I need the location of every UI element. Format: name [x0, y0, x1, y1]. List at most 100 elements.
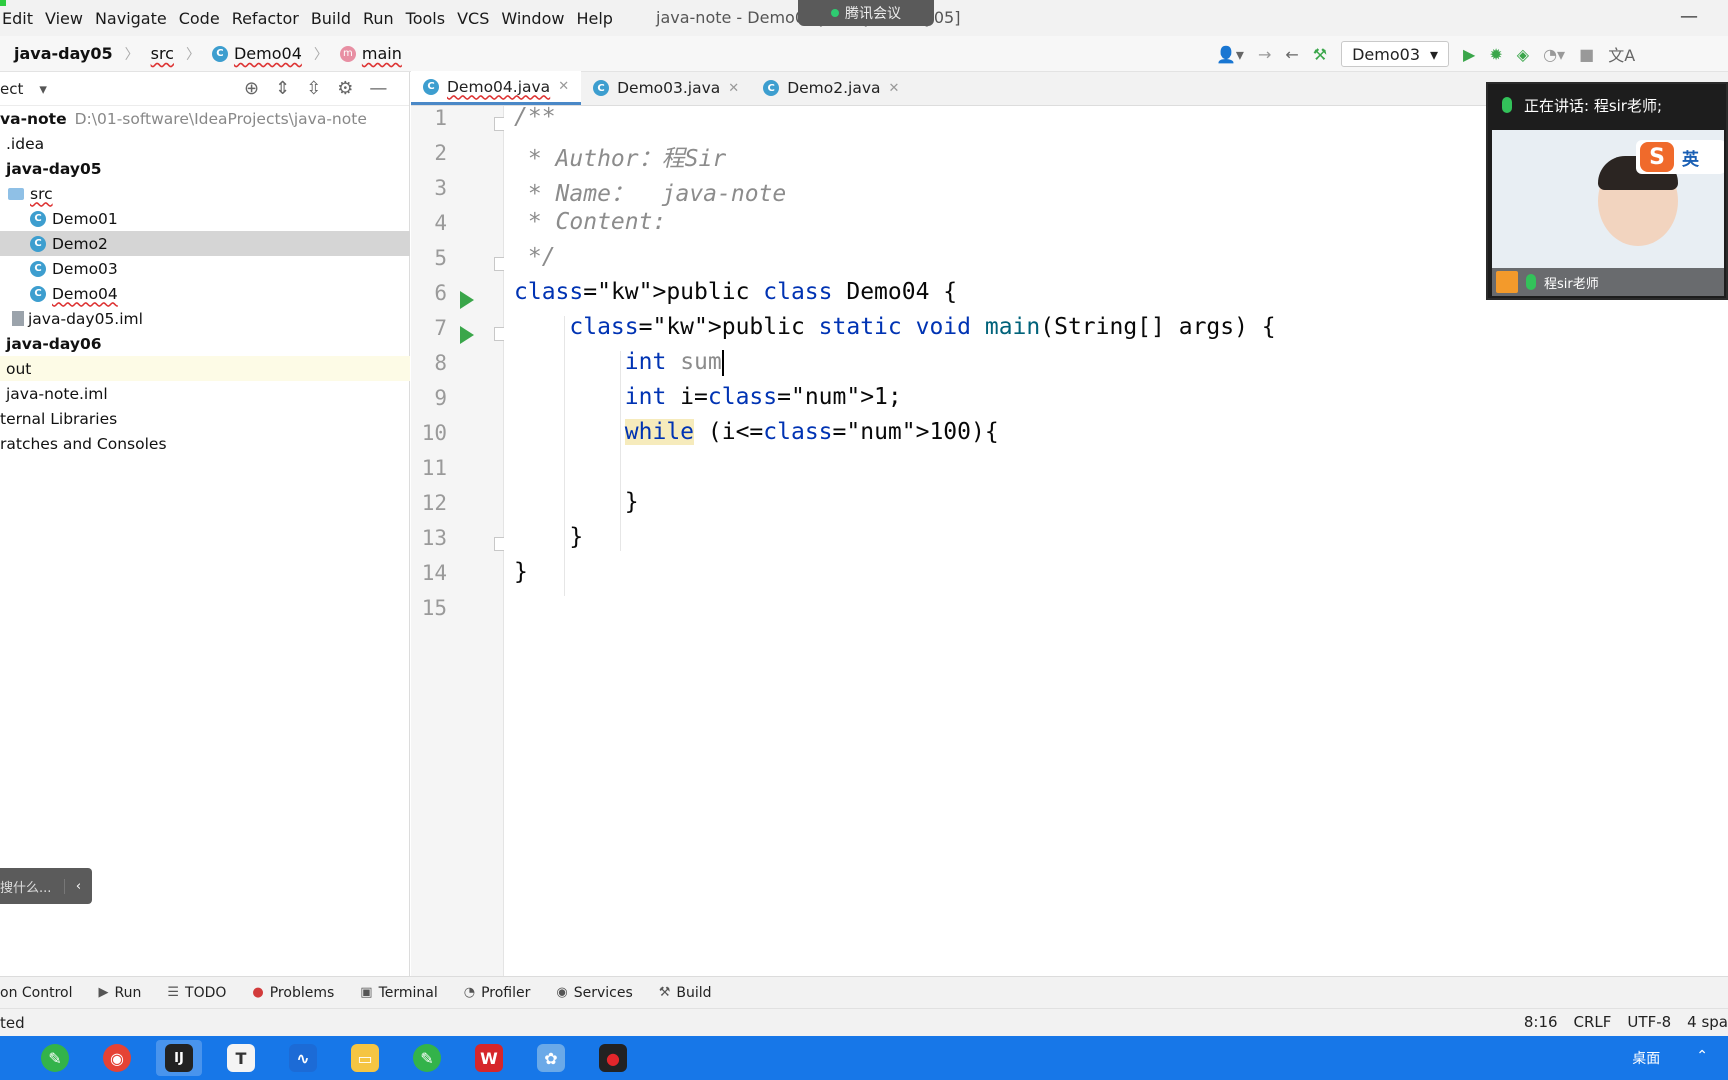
editor-gutter[interactable]: 1 2 3 4 5 6 7 8 9 10 11 12 13 14 15	[411, 106, 508, 976]
desktop-label[interactable]: 桌面	[1632, 1048, 1660, 1068]
project-panel-title[interactable]: ect	[0, 80, 23, 98]
tool-terminal[interactable]: ▣ Terminal	[360, 985, 437, 1001]
taskbar-app-explorer[interactable]: ▭	[342, 1040, 388, 1076]
taskbar-app-typora[interactable]: T	[218, 1040, 264, 1076]
taskbar-app-green2[interactable]: ✎	[404, 1040, 450, 1076]
tree-item-idea[interactable]: .idea	[0, 131, 410, 156]
sogou-ime-icon: S	[1640, 142, 1674, 172]
stop-icon[interactable]: ■	[1579, 45, 1594, 64]
tool-services[interactable]: ◉ Services	[556, 985, 632, 1001]
taskbar-app-recorder[interactable]: ●	[590, 1040, 636, 1076]
indent-setting[interactable]: 4 spa	[1687, 1013, 1728, 1031]
run-gutter-icon[interactable]	[460, 291, 474, 309]
menu-refactor[interactable]: Refactor	[232, 9, 309, 28]
taskbar-app-wps[interactable]: W	[466, 1040, 512, 1076]
menu-build[interactable]: Build	[311, 9, 361, 28]
tree-item-scratches[interactable]: ratches and Consoles	[0, 431, 410, 456]
tree-item-external-libraries[interactable]: ternal Libraries	[0, 406, 410, 431]
search-toast[interactable]: 搜什么... ‹	[0, 868, 92, 904]
app-accent	[0, 0, 6, 6]
breadcrumb-project[interactable]: java-day05	[14, 44, 113, 63]
file-encoding[interactable]: UTF-8	[1627, 1013, 1671, 1031]
locate-target-icon[interactable]: ⊕	[244, 78, 259, 99]
breadcrumb-class[interactable]: Demo04	[234, 44, 302, 63]
coverage-icon[interactable]: ◈	[1517, 45, 1529, 64]
code-line: }	[514, 559, 528, 585]
gear-icon[interactable]: ⚙	[337, 78, 353, 99]
tool-run[interactable]: ▶ Run	[99, 985, 142, 1001]
breadcrumb-folder[interactable]: src	[151, 44, 174, 63]
translate-icon[interactable]: 文A	[1608, 42, 1635, 66]
profile-icon[interactable]: ◔▾	[1543, 45, 1565, 64]
tool-todo[interactable]: ☰ TODO	[167, 985, 226, 1001]
line-number: 9	[434, 386, 447, 410]
tree-item-project-root[interactable]: va-note D:\01-software\IdeaProjects\java…	[0, 106, 410, 131]
run-config-select[interactable]: Demo03 ▾	[1341, 41, 1450, 67]
tree-item-java-note-iml[interactable]: java-note.iml	[0, 381, 410, 406]
tab-label: Demo04.java	[447, 77, 551, 96]
taskbar-app-meeting[interactable]: ∿	[280, 1040, 326, 1076]
tree-item-java-day05[interactable]: java-day05	[0, 156, 410, 181]
menu-vcs[interactable]: VCS	[457, 9, 499, 28]
menu-code[interactable]: Code	[179, 9, 230, 28]
forward-arrow-icon[interactable]: →	[1258, 45, 1271, 64]
run-icon[interactable]: ▶	[1463, 45, 1475, 64]
caret-position[interactable]: 8:16	[1524, 1013, 1558, 1031]
tree-label: java-day05.iml	[28, 309, 143, 328]
tab-demo2[interactable]: C Demo2.java ✕	[751, 71, 911, 105]
tool-profiler[interactable]: ◔ Profiler	[464, 985, 531, 1001]
close-icon[interactable]: ✕	[889, 81, 900, 96]
menu-tools[interactable]: Tools	[406, 9, 455, 28]
tree-item-java-day06[interactable]: java-day06	[0, 331, 410, 356]
chevron-left-icon[interactable]: ‹	[64, 878, 92, 894]
hide-panel-icon[interactable]: —	[369, 78, 387, 99]
tree-item-demo03[interactable]: C Demo03	[0, 256, 410, 281]
menu-help[interactable]: Help	[576, 9, 622, 28]
expand-all-icon[interactable]: ⇕	[275, 78, 290, 99]
tab-label: Demo2.java	[787, 79, 881, 97]
chevron-down-icon[interactable]: ▾	[39, 80, 47, 98]
menu-view[interactable]: View	[45, 9, 93, 28]
debug-bug-icon[interactable]: ✹	[1489, 45, 1502, 64]
breadcrumb-method[interactable]: main	[362, 44, 402, 63]
tool-build[interactable]: ⚒ Build	[659, 985, 712, 1001]
menu-run[interactable]: Run	[363, 9, 404, 28]
meeting-status-pill[interactable]: 腾讯会议	[798, 0, 934, 26]
tool-problems[interactable]: ● Problems	[252, 985, 334, 1001]
tab-demo04[interactable]: C Demo04.java ✕	[411, 71, 582, 105]
ide-window: Edit View Navigate Code Refactor Build R…	[0, 0, 1728, 1080]
microphone-icon	[1502, 97, 1512, 113]
tab-demo03[interactable]: C Demo03.java ✕	[581, 71, 751, 105]
close-icon[interactable]: ✕	[728, 81, 739, 96]
line-separator[interactable]: CRLF	[1574, 1013, 1612, 1031]
tree-item-demo01[interactable]: C Demo01	[0, 206, 410, 231]
back-arrow-icon[interactable]: ←	[1285, 45, 1298, 64]
user-icon[interactable]: 👤▾	[1216, 45, 1244, 64]
tree-item-java-day05-iml[interactable]: java-day05.iml	[0, 306, 410, 331]
code-line: class="kw">public class Demo04 {	[514, 279, 958, 305]
meeting-video-window[interactable]: 正在讲话: 程sir老师; S 英 程sir老师	[1486, 82, 1728, 300]
menu-window[interactable]: Window	[501, 9, 574, 28]
run-gutter-icon[interactable]	[460, 326, 474, 344]
terminal-icon: ▣	[360, 985, 373, 1000]
tree-item-out[interactable]: out	[0, 356, 410, 381]
ime-mode-label: 英	[1682, 149, 1699, 170]
tree-item-demo04[interactable]: C Demo04	[0, 281, 410, 306]
ime-toolbar[interactable]: S 英	[1636, 140, 1724, 174]
tool-version-control[interactable]: on Control	[0, 985, 73, 1001]
taskbar-app-intellij[interactable]: IJ	[156, 1040, 202, 1076]
build-hammer-icon[interactable]: ⚒	[1313, 45, 1327, 64]
collapse-all-icon[interactable]: ⇳	[306, 78, 321, 99]
menu-edit[interactable]: Edit	[2, 9, 43, 28]
tree-item-demo2[interactable]: C Demo2	[0, 231, 410, 256]
chevron-up-icon[interactable]: ⌃	[1696, 1048, 1708, 1068]
minimize-button[interactable]: —	[1680, 6, 1698, 27]
close-icon[interactable]: ✕	[558, 79, 569, 94]
taskbar-app-green[interactable]: ✎	[32, 1040, 78, 1076]
taskbar-app-chrome[interactable]: ◉	[94, 1040, 140, 1076]
meeting-speaker-bar: 正在讲话: 程sir老师;	[1488, 84, 1726, 126]
line-number: 13	[421, 526, 447, 550]
menu-navigate[interactable]: Navigate	[95, 9, 177, 28]
tree-item-src[interactable]: src	[0, 181, 410, 206]
taskbar-app-paint[interactable]: ✿	[528, 1040, 574, 1076]
